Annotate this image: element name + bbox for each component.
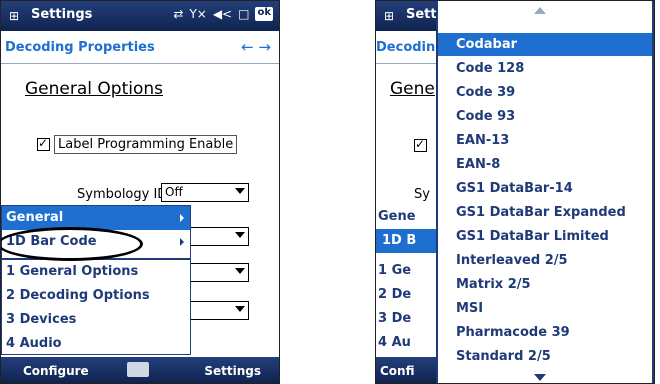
label-programming-checkbox[interactable]	[414, 137, 427, 152]
menu-item-label: General	[6, 210, 64, 225]
configure-softkey[interactable]: Confi	[380, 364, 415, 378]
page-title: Decoding Properties	[5, 40, 155, 55]
list-item[interactable]: GS1 DataBar-14	[438, 177, 652, 200]
keyboard-icon[interactable]	[127, 362, 149, 377]
scroll-down-icon[interactable]	[534, 374, 546, 381]
chevron-down-icon	[235, 188, 245, 194]
page-title: Decodin	[376, 40, 436, 55]
list-item[interactable]: Codabar	[438, 33, 652, 56]
list-item[interactable]: Code 93	[438, 105, 652, 128]
submenu-arrow-icon	[180, 214, 184, 222]
highlight-oval	[1, 227, 143, 261]
nav-arrows-icon[interactable]: ← →	[241, 38, 271, 56]
menu-fragment: Gene	[378, 209, 416, 224]
left-screen: ⊞ Settings ⇄ Y× ◀< □ ok Decoding Propert…	[0, 0, 280, 384]
menu-item-decoding-options[interactable]: 2 Decoding Options	[2, 284, 190, 308]
menu-item-label: 4 Audio	[6, 336, 62, 351]
windows-flag-icon[interactable]: ⊞	[9, 9, 19, 23]
list-item[interactable]: Matrix 2/5	[438, 273, 652, 296]
right-screen: ⊞ Setti Decodin Gene Sy Gene 1D B 1 Ge 2…	[375, 0, 655, 384]
symbology-dropdown[interactable]: Off	[161, 183, 249, 202]
menu-item-label: 3 Devices	[6, 312, 77, 327]
soft-key-bar: Configure Settings	[1, 357, 279, 383]
windows-flag-icon[interactable]: ⊞	[384, 9, 394, 23]
speaker-icon: ◀<	[212, 7, 233, 21]
list-item[interactable]: Code 39	[438, 81, 652, 104]
submenu-arrow-icon	[180, 238, 184, 246]
sync-icon: ⇄	[173, 7, 184, 21]
menu-item-devices[interactable]: 3 Devices	[2, 308, 190, 332]
menu-item-audio[interactable]: 4 Audio	[2, 332, 190, 356]
menu-fragment: 3 De	[378, 311, 412, 326]
chevron-down-icon	[235, 268, 245, 274]
menu-behind: Gene 1D B 1 Ge 2 De 3 De 4 Au	[376, 205, 438, 355]
menu-item-general-options[interactable]: 1 General Options	[2, 260, 190, 284]
barcode-list-popup[interactable]: Codabar Code 128 Code 39 Code 93 EAN-13 …	[436, 1, 654, 383]
scroll-up-icon[interactable]	[534, 7, 546, 14]
label-programming-checkbox[interactable]	[37, 136, 50, 151]
status-icons: ⇄ Y× ◀< □ ok	[173, 7, 273, 21]
label-programming-row[interactable]: Label Programming Enable	[37, 135, 238, 154]
list-item[interactable]: Interleaved 2/5	[438, 249, 652, 272]
configure-softkey[interactable]: Configure	[23, 364, 89, 378]
settings-softkey[interactable]: Settings	[204, 364, 261, 378]
menu-item-general[interactable]: General	[2, 206, 190, 230]
list-item[interactable]: GS1 DataBar Limited	[438, 225, 652, 248]
menu-fragment-selected: 1D B	[376, 229, 438, 253]
app-title: Settings	[31, 7, 93, 22]
list-item[interactable]: Standard 2/5	[438, 345, 652, 368]
list-item[interactable]: MSI	[438, 297, 652, 320]
section-title: Gene	[390, 79, 435, 99]
battery-icon: □	[238, 7, 250, 21]
properties-header: Decoding Properties ← →	[1, 33, 279, 64]
ok-button[interactable]: ok	[255, 7, 273, 21]
section-title: General Options	[25, 79, 163, 99]
list-item[interactable]: GS1 DataBar Expanded	[438, 201, 652, 224]
symbology-label: Symbology IDs	[77, 187, 175, 202]
menu-fragment: 4 Au	[378, 335, 411, 350]
menu-item-label: 2 Decoding Options	[6, 288, 150, 303]
chevron-down-icon	[235, 232, 245, 238]
checkbox-label: Label Programming Enable	[54, 135, 238, 154]
menu-item-label: 1 General Options	[6, 264, 139, 279]
list-item[interactable]: EAN-8	[438, 153, 652, 176]
signal-off-icon: Y×	[189, 7, 207, 21]
list-item[interactable]: Pharmacode 39	[438, 321, 652, 344]
list-item[interactable]: Code 128	[438, 57, 652, 80]
menu-fragment: 2 De	[378, 287, 412, 302]
chevron-down-icon	[235, 306, 245, 312]
menu-fragment: 1 Ge	[378, 263, 412, 278]
title-bar: ⊞ Settings ⇄ Y× ◀< □ ok	[1, 1, 279, 31]
symbology-label-fragment: Sy	[414, 187, 430, 202]
symbology-value: Off	[165, 185, 183, 199]
list-item[interactable]: EAN-13	[438, 129, 652, 152]
